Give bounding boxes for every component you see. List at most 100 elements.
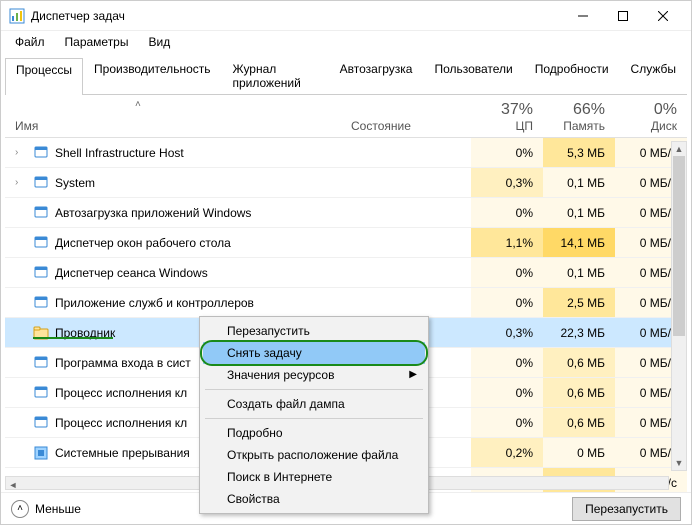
process-name: Процесс исполнения кл [55,386,187,400]
cpu-cell: 0% [471,378,543,407]
name-cell: › Shell Infrastructure Host [5,145,351,161]
tab-app-history[interactable]: Журнал приложений [222,57,329,94]
tab-processes[interactable]: Процессы [5,58,83,95]
table-row[interactable]: ›Shell Infrastructure Host0%5,3 МБ0 МБ/с [5,138,687,168]
process-icon [33,415,49,431]
table-row[interactable]: Диспетчер сеанса Windows0%0,1 МБ0 МБ/с [5,258,687,288]
table-row[interactable]: Диспетчер окон рабочего стола1,1%14,1 МБ… [5,228,687,258]
scroll-thumb[interactable] [673,156,685,336]
titlebar: Диспетчер задач [1,1,691,31]
cpu-cell: 0,3% [471,318,543,347]
table-row[interactable]: Приложение служб и контроллеров0%2,5 МБ0… [5,288,687,318]
col-cpu[interactable]: 37% ЦП [471,101,543,133]
menu-options[interactable]: Параметры [57,33,137,51]
ctx-details[interactable]: Подробно [203,422,425,444]
name-cell: Автозагрузка приложений Windows [5,205,351,221]
maximize-button[interactable] [603,1,643,31]
process-name: Программа входа в сист [55,356,191,370]
process-name: Проводник [55,326,115,340]
submenu-arrow-icon: ▶ [409,369,417,380]
expand-icon[interactable]: › [15,177,27,188]
menubar: Файл Параметры Вид [1,31,691,53]
mem-cell: 5,3 МБ [543,138,615,167]
process-icon [33,385,49,401]
mem-cell: 0,6 МБ [543,408,615,437]
restart-button[interactable]: Перезапустить [572,497,681,521]
disk-percent: 0% [615,101,677,119]
mem-label: Память [543,119,605,133]
name-cell: Диспетчер сеанса Windows [5,265,351,281]
tab-details[interactable]: Подробности [524,57,620,94]
process-name: Shell Infrastructure Host [55,146,184,160]
sort-indicator-icon: ˄ [135,99,141,110]
cpu-cell: 0% [471,138,543,167]
tab-users[interactable]: Пользователи [423,57,523,94]
process-name: Системные прерывания [55,446,190,460]
tab-performance[interactable]: Производительность [83,57,221,94]
cpu-cell: 0,3% [471,168,543,197]
process-icon [33,295,49,311]
mem-cell: 0,6 МБ [543,348,615,377]
table-row[interactable]: ›System0,3%0,1 МБ0 МБ/с [5,168,687,198]
ctx-open-location[interactable]: Открыть расположение файла [203,444,425,466]
process-icon [33,265,49,281]
ctx-create-dump[interactable]: Создать файл дампа [203,393,425,415]
column-headers: ˄ Имя Состояние 37% ЦП 66% Память 0% Дис… [5,95,687,138]
mem-cell: 14,1 МБ [543,228,615,257]
col-memory[interactable]: 66% Память [543,101,615,133]
col-disk[interactable]: 0% Диск [615,101,687,133]
cpu-cell: 0% [471,348,543,377]
col-name-label: Имя [15,119,38,133]
disk-label: Диск [615,119,677,133]
window-title: Диспетчер задач [31,9,563,23]
menu-view[interactable]: Вид [140,33,178,51]
ctx-separator [205,418,423,419]
process-name: Автозагрузка приложений Windows [55,206,251,220]
mem-cell: 22,3 МБ [543,318,615,347]
process-name: Диспетчер сеанса Windows [55,266,208,280]
minimize-button[interactable] [563,1,603,31]
scroll-up-icon[interactable]: ▲ [672,142,686,156]
process-name: System [55,176,95,190]
process-icon [33,445,49,461]
vertical-scrollbar[interactable]: ▲ ▼ [671,141,687,471]
cpu-cell: 0% [471,258,543,287]
col-name[interactable]: ˄ Имя [5,101,351,133]
ctx-end-task[interactable]: Снять задачу [203,342,425,364]
ctx-restart[interactable]: Перезапустить [203,320,425,342]
mem-cell: 0,1 МБ [543,168,615,197]
name-cell: Диспетчер окон рабочего стола [5,235,351,251]
tab-startup[interactable]: Автозагрузка [329,57,424,94]
cpu-cell: 0,2% [471,438,543,467]
process-icon [33,325,49,341]
context-menu: Перезапустить Снять задачу Значения ресу… [199,316,429,514]
process-icon [33,145,49,161]
cpu-label: ЦП [471,119,533,133]
fewer-details-toggle[interactable]: ˄ Меньше [11,500,81,518]
close-button[interactable] [643,1,683,31]
ctx-properties[interactable]: Свойства [203,488,425,510]
mem-cell: 0,1 МБ [543,258,615,287]
scroll-left-icon[interactable]: ◄ [6,480,20,490]
mem-cell: 2,5 МБ [543,288,615,317]
cpu-percent: 37% [471,101,533,119]
name-cell: › System [5,175,351,191]
ctx-separator [205,389,423,390]
cpu-cell: 0% [471,198,543,227]
tab-services[interactable]: Службы [620,57,687,94]
cpu-cell: 0% [471,408,543,437]
table-row[interactable]: Автозагрузка приложений Windows0%0,1 МБ0… [5,198,687,228]
menu-file[interactable]: Файл [7,33,53,51]
fewer-label: Меньше [35,502,81,516]
scroll-down-icon[interactable]: ▼ [672,456,686,470]
ctx-search-online[interactable]: Поиск в Интернете [203,466,425,488]
process-icon [33,205,49,221]
process-icon [33,235,49,251]
ctx-resource-values[interactable]: Значения ресурсов ▶ [203,364,425,386]
mem-percent: 66% [543,101,605,119]
app-icon [9,8,25,24]
col-state[interactable]: Состояние [351,101,471,133]
col-state-label: Состояние [351,119,411,133]
mem-cell: 0,6 МБ [543,378,615,407]
expand-icon[interactable]: › [15,147,27,158]
